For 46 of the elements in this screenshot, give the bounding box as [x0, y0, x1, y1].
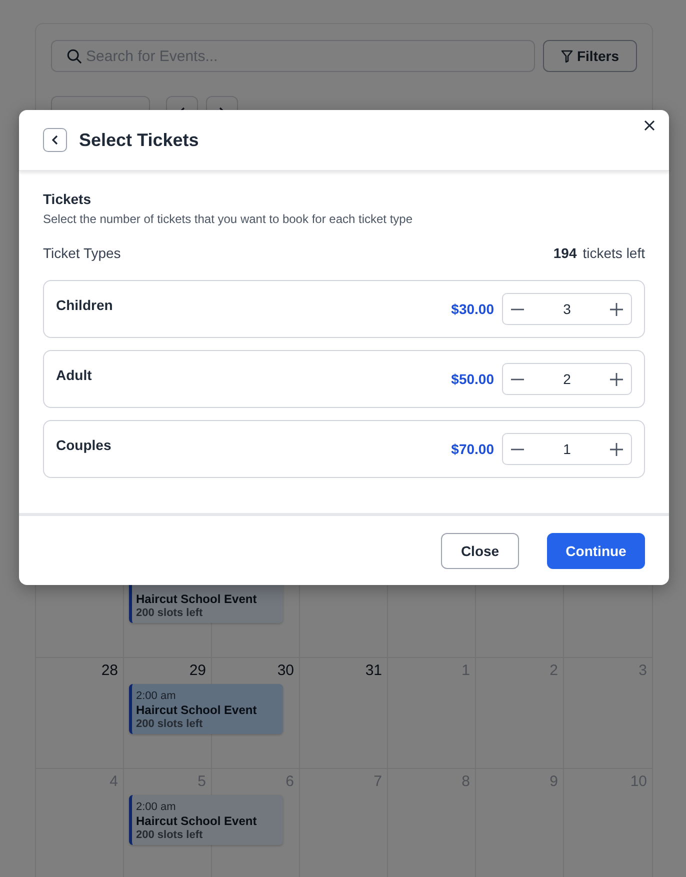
event-time: 2:00 am: [136, 801, 177, 813]
close-button[interactable]: Close: [441, 532, 519, 568]
event-slots: 200 slots left: [136, 607, 278, 619]
day-number: 30: [277, 662, 294, 681]
quantity-value: 3: [563, 301, 571, 317]
back-button[interactable]: [43, 128, 67, 152]
event-title: Haircut School Event: [136, 814, 258, 828]
event-slots: 200 slots left: [136, 829, 278, 841]
ticket-types-label: Ticket Types: [43, 245, 121, 261]
dialog-title: Select Tickets: [79, 130, 199, 150]
ticket-price: $70.00: [451, 441, 494, 457]
tickets-left-count: 194: [553, 245, 577, 261]
close-icon: [644, 120, 655, 131]
increment-button[interactable]: [610, 302, 623, 316]
event-title: Haircut School Event: [136, 703, 258, 717]
event-card[interactable]: 2:00 am Haircut School Event 200 slots left: [129, 795, 283, 845]
search-icon: [67, 49, 82, 64]
quantity-stepper[interactable]: 3: [502, 293, 632, 325]
plus-icon: [610, 302, 623, 316]
ticket-name: Children: [56, 297, 113, 313]
continue-button[interactable]: Continue: [547, 532, 645, 568]
tickets-left-label: tickets left: [582, 245, 645, 261]
ticket-name: Adult: [56, 367, 92, 383]
filter-icon: [560, 50, 573, 62]
close-button[interactable]: [642, 118, 657, 133]
event-time: 2:00 am: [136, 690, 177, 702]
event-card[interactable]: 2:00 am Haircut School Event 200 slots left: [129, 684, 283, 734]
ticket-price: $30.00: [451, 301, 494, 317]
day-number: 28: [101, 662, 118, 681]
ticket-price: $50.00: [451, 371, 494, 387]
quantity-stepper[interactable]: 1: [502, 433, 632, 465]
filters-button[interactable]: Filters: [543, 40, 637, 72]
increment-button[interactable]: [610, 372, 623, 386]
day-number: 31: [365, 662, 382, 681]
section-title: Tickets: [43, 191, 92, 207]
plus-icon: [610, 372, 623, 386]
section-description: Select the number of tickets that you want to book for each ticket type: [43, 212, 414, 226]
day-number: 29: [189, 662, 206, 681]
plus-icon: [610, 442, 623, 456]
quantity-value: 2: [563, 371, 571, 387]
event-title: Haircut School Event: [136, 592, 258, 606]
increment-button[interactable]: [610, 442, 623, 456]
quantity-stepper[interactable]: 2: [502, 363, 632, 395]
ticket-name: Couples: [56, 437, 112, 453]
event-slots: 200 slots left: [136, 718, 278, 730]
quantity-value: 1: [563, 441, 571, 457]
